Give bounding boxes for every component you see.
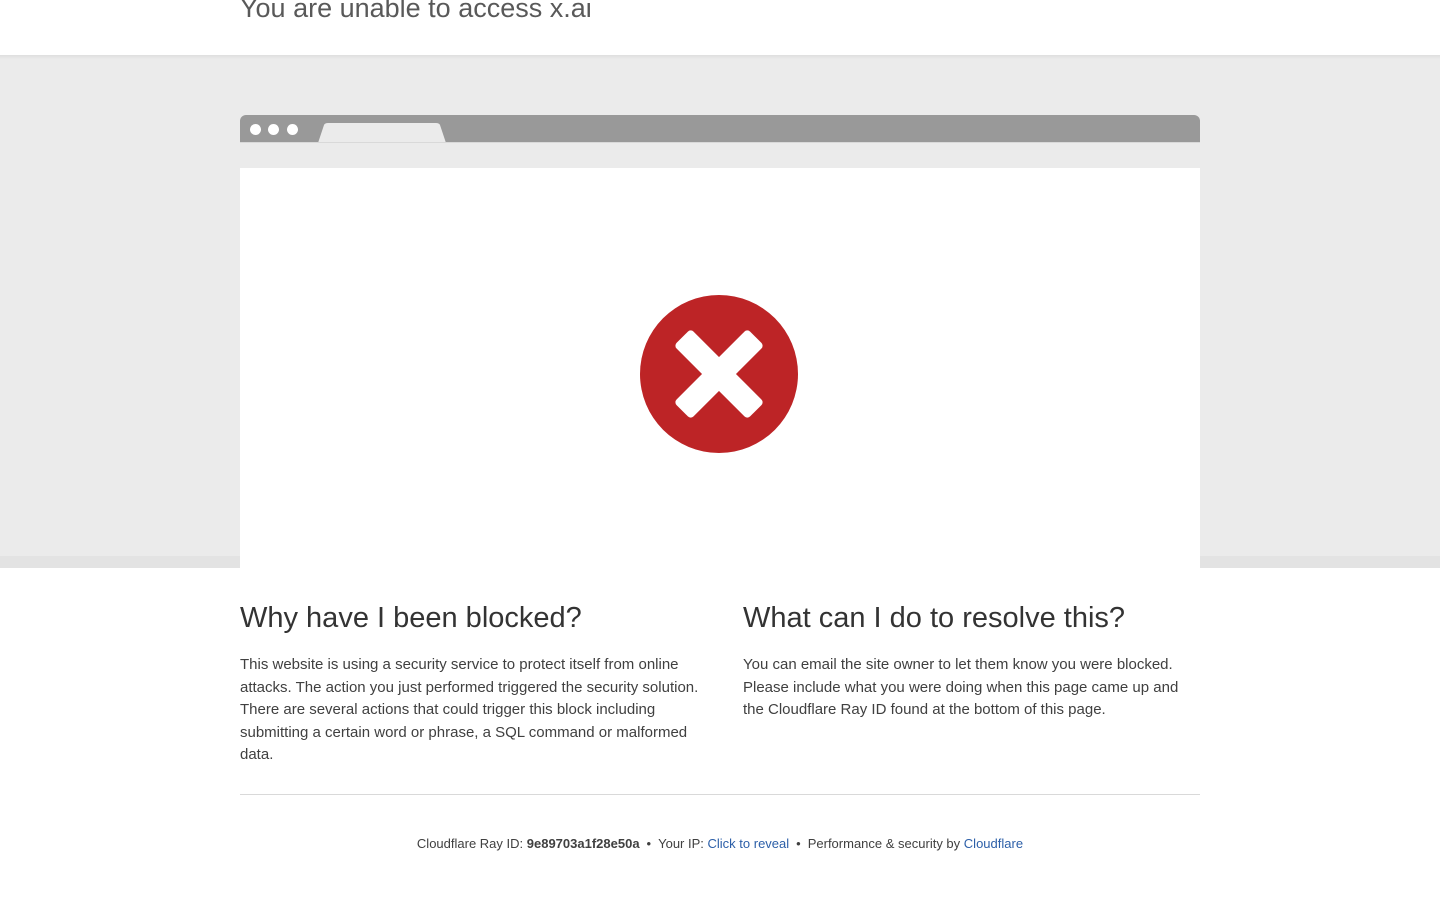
window-dot-icon bbox=[287, 124, 298, 135]
resolve-heading: What can I do to resolve this? bbox=[743, 602, 1126, 634]
resolve-text: You can email the site owner to let them… bbox=[743, 656, 1179, 718]
blocked-page: You are unable to access x.ai Why have I… bbox=[0, 0, 1440, 900]
browser-window-illustration bbox=[240, 168, 1200, 568]
browser-chrome-illustration bbox=[240, 115, 1200, 143]
window-dot-icon bbox=[250, 124, 261, 135]
cloudflare-link[interactable]: Cloudflare bbox=[964, 836, 1023, 851]
reveal-ip-button[interactable]: Click to reveal bbox=[708, 836, 790, 851]
performance-label: Performance & security by bbox=[807, 836, 961, 851]
footer: Cloudflare Ray ID: 9e89703a1f28e50a • Your… bbox=[0, 834, 1440, 854]
footer-divider bbox=[240, 794, 1200, 795]
footer-separator: • bbox=[646, 836, 652, 851]
why-blocked-heading: Why have I been blocked? bbox=[240, 602, 582, 634]
resolve-column: What can I do to resolve this? You can e… bbox=[743, 598, 1200, 722]
window-dot-icon bbox=[268, 124, 279, 135]
why-blocked-text: This website is using a security service… bbox=[240, 656, 699, 763]
browser-tab-icon bbox=[318, 123, 446, 143]
why-blocked-column: Why have I been blocked? This website is… bbox=[240, 598, 700, 767]
ip-label: Your IP: bbox=[658, 836, 704, 851]
page-title: You are unable to access x.ai bbox=[240, 0, 592, 23]
header-band: You are unable to access x.ai bbox=[0, 0, 1440, 55]
footer-separator: • bbox=[796, 836, 801, 851]
browser-chrome-line bbox=[240, 142, 1200, 143]
ray-id-value: 9e89703a1f28e50a bbox=[526, 836, 640, 851]
ray-id-label: Cloudflare Ray ID: bbox=[416, 836, 524, 851]
band-shadow bbox=[0, 55, 1440, 59]
x-circle-icon bbox=[640, 295, 798, 453]
